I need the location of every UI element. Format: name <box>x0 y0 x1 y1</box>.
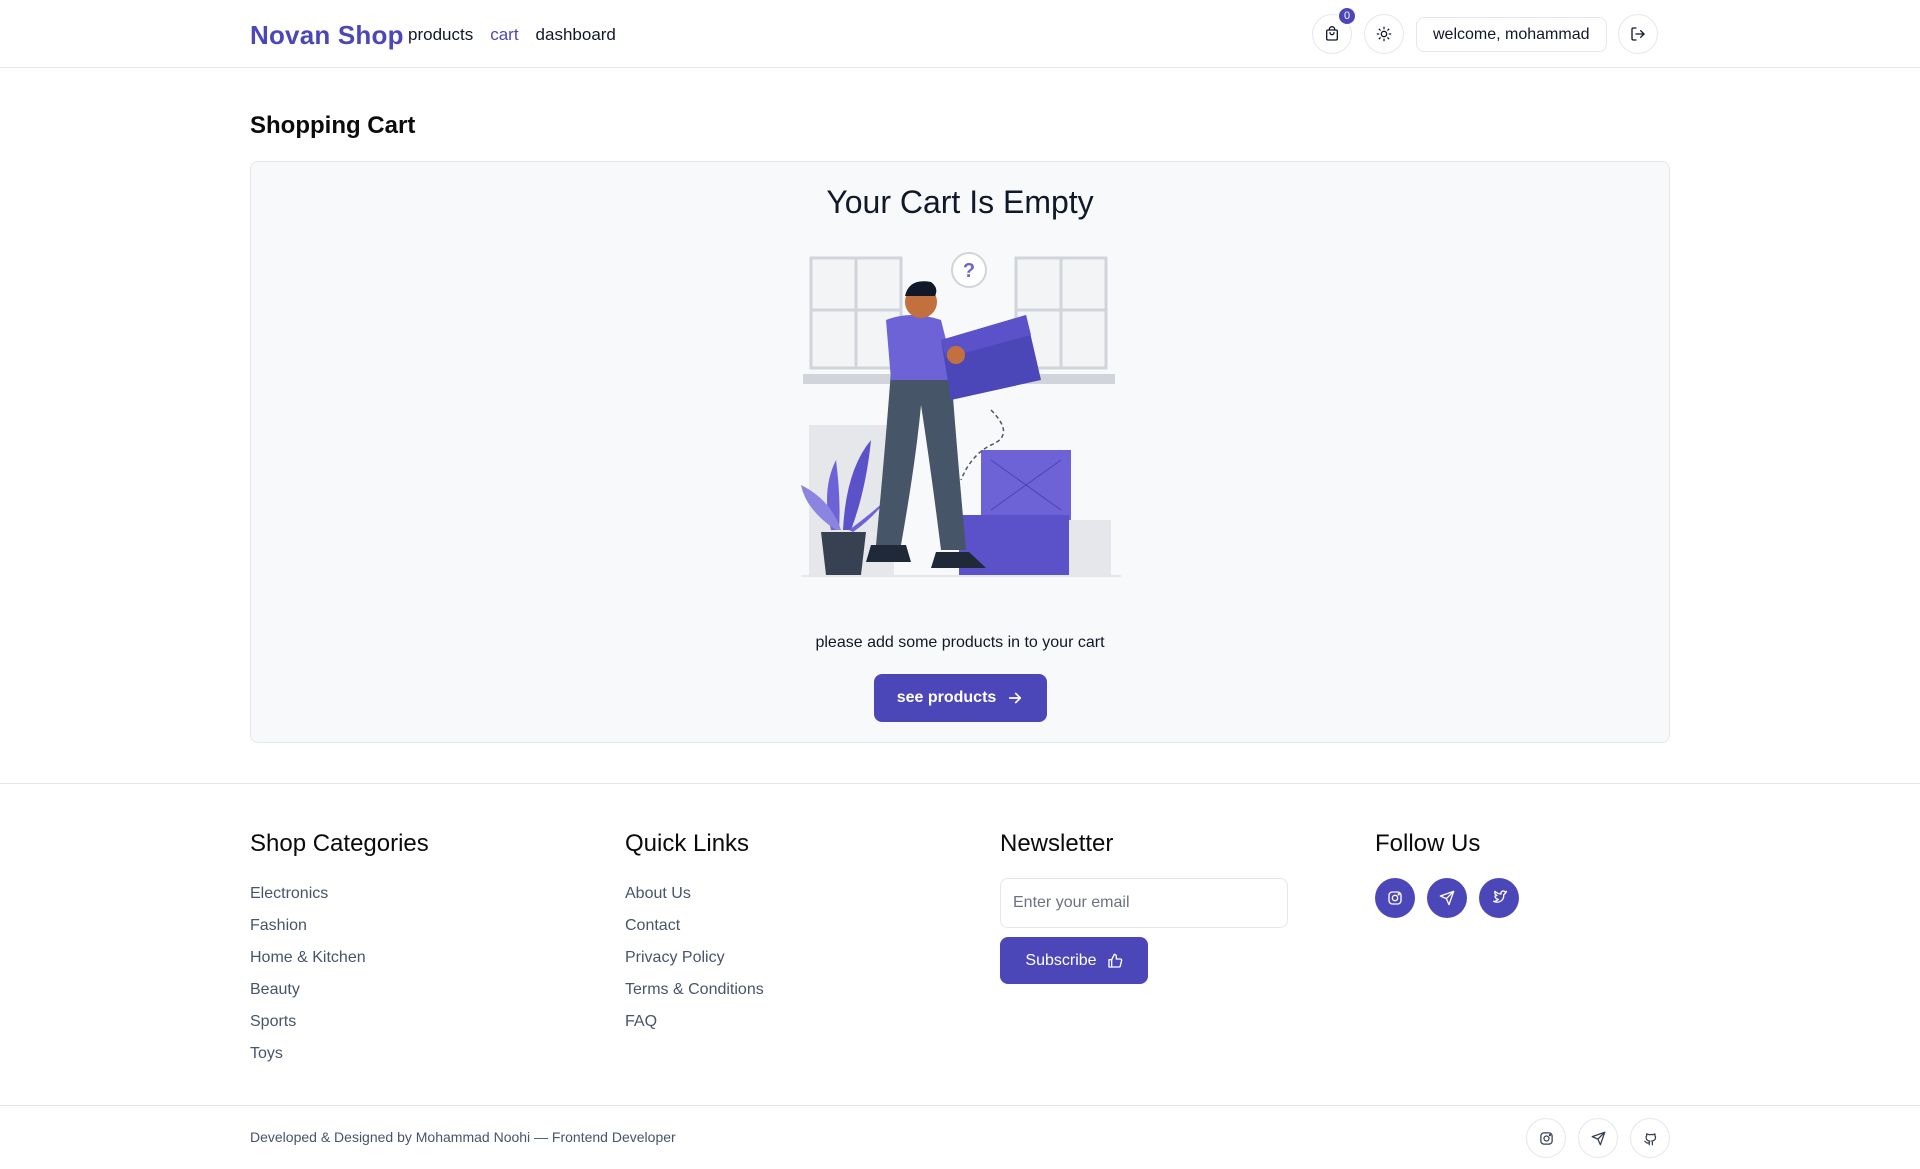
github-icon <box>1643 1132 1656 1145</box>
quick-links-heading: Quick Links <box>625 830 750 857</box>
cart-button[interactable]: 0 <box>1312 6 1357 54</box>
footer-bottom-bar: Developed & Designed by Mohammad Noohi —… <box>0 1105 1920 1169</box>
subscribe-button[interactable]: Subscribe <box>1000 937 1148 984</box>
quick-link-privacy[interactable]: Privacy Policy <box>625 942 764 974</box>
footer-categories: Shop Categories Electronics Fashion Home… <box>250 830 429 1070</box>
instagram-icon <box>1388 891 1402 905</box>
logout-button[interactable] <box>1618 14 1658 54</box>
follow-heading: Follow Us <box>1375 830 1481 857</box>
sun-icon <box>1376 26 1392 42</box>
quick-link-terms[interactable]: Terms & Conditions <box>625 974 764 1006</box>
twitter-icon <box>1493 890 1507 903</box>
bottom-telegram-link[interactable] <box>1578 1118 1618 1158</box>
category-link-toys[interactable]: Toys <box>250 1038 429 1070</box>
empty-cart-title: Your Cart Is Empty <box>826 184 1094 220</box>
social-links <box>1375 878 1519 918</box>
cart-count-badge: 0 <box>1337 6 1357 26</box>
nav-cart[interactable]: cart <box>490 25 518 45</box>
telegram-icon <box>1591 1131 1605 1145</box>
instagram-link[interactable] <box>1375 878 1415 918</box>
empty-cart-message: please add some products in to your cart <box>815 634 1105 651</box>
thumbs-up-icon <box>1107 953 1122 968</box>
nav-products[interactable]: products <box>408 25 473 45</box>
category-link-beauty[interactable]: Beauty <box>250 974 429 1006</box>
main-nav: products cart dashboard <box>408 25 616 45</box>
logout-icon <box>1631 27 1645 41</box>
see-products-button[interactable]: see products <box>874 674 1047 722</box>
footer-quick-links: Quick Links About Us Contact Privacy Pol… <box>625 830 764 1038</box>
footer-follow: Follow Us <box>1375 830 1519 918</box>
site-footer: Shop Categories Electronics Fashion Home… <box>0 783 1920 1169</box>
svg-text:?: ? <box>963 260 975 282</box>
telegram-icon <box>1439 890 1455 906</box>
brand-logo[interactable]: Novan Shop <box>250 20 404 51</box>
footer-newsletter: Newsletter Subscribe <box>1000 830 1288 984</box>
twitter-link[interactable] <box>1479 878 1519 918</box>
bottom-github-link[interactable] <box>1630 1118 1670 1158</box>
footer-credits: Developed & Designed by Mohammad Noohi —… <box>250 1129 676 1145</box>
empty-cart-card: Your Cart Is Empty ? please add some pro… <box>250 161 1670 743</box>
newsletter-email-input[interactable] <box>1000 878 1288 928</box>
quick-link-contact[interactable]: Contact <box>625 910 764 942</box>
instagram-icon <box>1539 1131 1553 1145</box>
categories-heading: Shop Categories <box>250 830 429 857</box>
subscribe-label: Subscribe <box>1025 951 1097 969</box>
quick-link-faq[interactable]: FAQ <box>625 1006 764 1038</box>
telegram-link[interactable] <box>1427 878 1467 918</box>
page-title: Shopping Cart <box>250 112 416 139</box>
empty-cart-illustration: ? <box>801 252 1121 577</box>
shopping-bag-icon <box>1326 26 1338 41</box>
category-link-sports[interactable]: Sports <box>250 1006 429 1038</box>
category-link-home-kitchen[interactable]: Home & Kitchen <box>250 942 429 974</box>
category-link-electronics[interactable]: Electronics <box>250 878 429 910</box>
nav-dashboard[interactable]: dashboard <box>536 25 616 45</box>
see-products-label: see products <box>896 689 997 706</box>
site-header: Novan Shop products cart dashboard 0 wel… <box>0 0 1920 68</box>
arrow-right-icon <box>1009 692 1022 704</box>
theme-toggle-button[interactable] <box>1364 14 1404 54</box>
category-link-fashion[interactable]: Fashion <box>250 910 429 942</box>
quick-link-about[interactable]: About Us <box>625 878 764 910</box>
user-welcome-button[interactable]: welcome, mohammad <box>1416 17 1607 52</box>
bottom-instagram-link[interactable] <box>1526 1118 1566 1158</box>
newsletter-heading: Newsletter <box>1000 830 1114 857</box>
